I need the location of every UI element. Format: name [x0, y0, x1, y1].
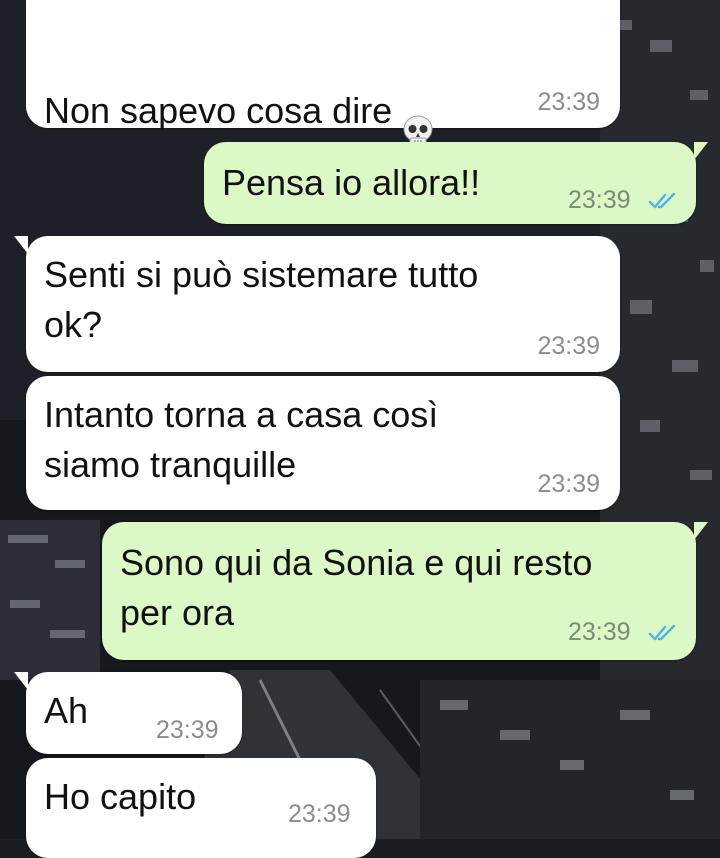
message-time: 23:39 — [288, 800, 351, 828]
message-time: 23:39 — [568, 618, 631, 646]
message-text: Intanto torna a casa così siamo tranquil… — [44, 394, 439, 485]
message-bubble-outgoing[interactable]: Sono qui da Sonia e qui resto per ora 23… — [102, 522, 708, 660]
message-time: 23:39 — [156, 716, 219, 744]
message-bubble-incoming[interactable]: Intanto torna a casa così siamo tranquil… — [26, 376, 620, 510]
double-check-icon — [648, 624, 676, 641]
message-bubble-incoming[interactable]: Non sapevo cosa dire 23:39 — [26, 0, 620, 148]
message-text: Senti si può sistemare tutto ok? — [44, 254, 479, 345]
message-time: 23:39 — [537, 88, 600, 116]
message-bubble-outgoing[interactable]: Pensa io allora!! 23:39 — [204, 142, 708, 224]
message-time: 23:39 — [537, 332, 600, 360]
message-bubble-incoming[interactable]: Senti si può sistemare tutto ok? 23:39 — [14, 236, 620, 372]
message-time: 23:39 — [568, 186, 631, 214]
message-bubble-incoming[interactable]: Ah 23:39 — [14, 672, 242, 754]
message-time: 23:39 — [537, 470, 600, 498]
message-bubble-incoming[interactable]: Ho capito 23:39 — [26, 758, 376, 858]
double-check-icon — [648, 192, 676, 209]
